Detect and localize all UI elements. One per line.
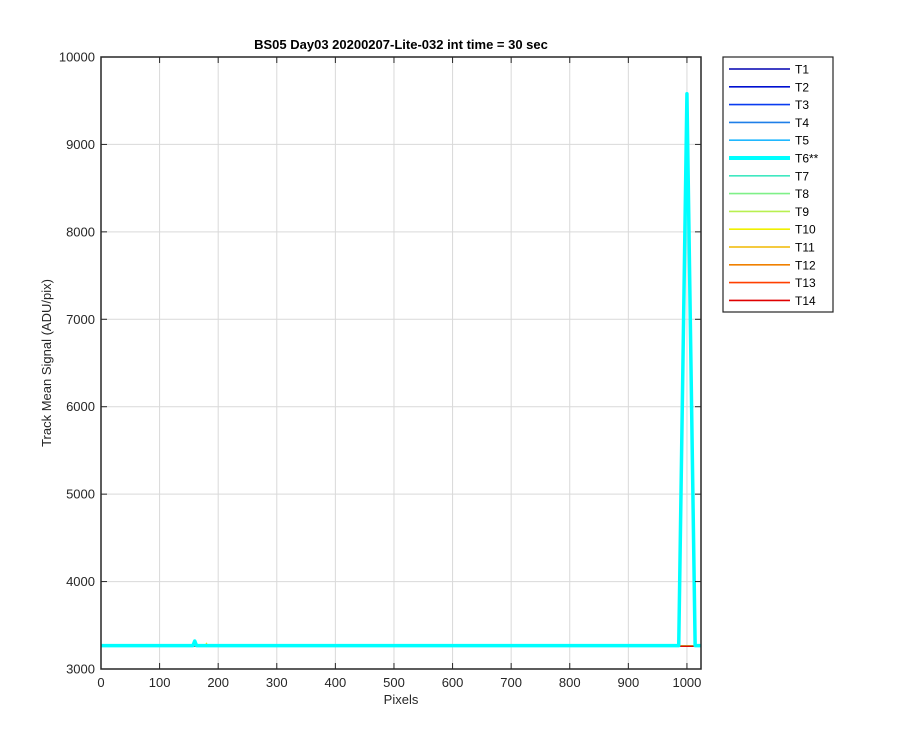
legend-label: T13 (795, 276, 816, 290)
y-tick-label: 4000 (66, 574, 95, 589)
chart-title: BS05 Day03 20200207-Lite-032 int time = … (254, 37, 548, 52)
legend-label: T3 (795, 98, 809, 112)
y-tick-label: 7000 (66, 312, 95, 327)
x-tick-label: 200 (207, 675, 229, 690)
x-tick-label: 0 (97, 675, 104, 690)
legend-label: T9 (795, 205, 809, 219)
y-tick-label: 9000 (66, 137, 95, 152)
legend-box (722, 56, 834, 313)
x-tick-label: 400 (325, 675, 347, 690)
chart: BS05 Day03 20200207-Lite-032 int time = … (0, 0, 900, 750)
legend-label: T11 (795, 241, 815, 255)
legend-label: T6** (795, 152, 819, 166)
y-axis-label: Track Mean Signal (ADU/pix) (39, 279, 54, 447)
legend-label: T1 (795, 63, 809, 77)
legend-label: T8 (795, 187, 809, 201)
y-tick-label: 6000 (66, 399, 95, 414)
x-axis-label: Pixels (384, 692, 419, 707)
legend-label: T14 (795, 294, 816, 308)
y-tick-label: 5000 (66, 487, 95, 502)
legend-label: T4 (795, 116, 809, 130)
x-tick-label: 700 (500, 675, 522, 690)
x-tick-label: 600 (442, 675, 464, 690)
x-tick-label: 500 (383, 675, 405, 690)
legend-label: T10 (795, 223, 816, 237)
y-tick-label: 8000 (66, 224, 95, 239)
legend-label: T12 (795, 258, 816, 272)
legend-label: T5 (795, 134, 809, 148)
legend-label: T2 (795, 80, 809, 94)
x-tick-label: 300 (266, 675, 288, 690)
y-tick-label: 10000 (59, 50, 95, 65)
x-tick-label: 1000 (672, 675, 701, 690)
legend-label: T7 (795, 169, 809, 183)
legend: T1 T2 T3 T4 T5 T6** T7 T8 T9 T10 T11 T12 T13 T14 (722, 56, 834, 313)
x-tick-label: 900 (617, 675, 639, 690)
x-tick-label: 800 (559, 675, 581, 690)
x-tick-label: 100 (149, 675, 171, 690)
y-tick-label: 3000 (66, 662, 95, 677)
